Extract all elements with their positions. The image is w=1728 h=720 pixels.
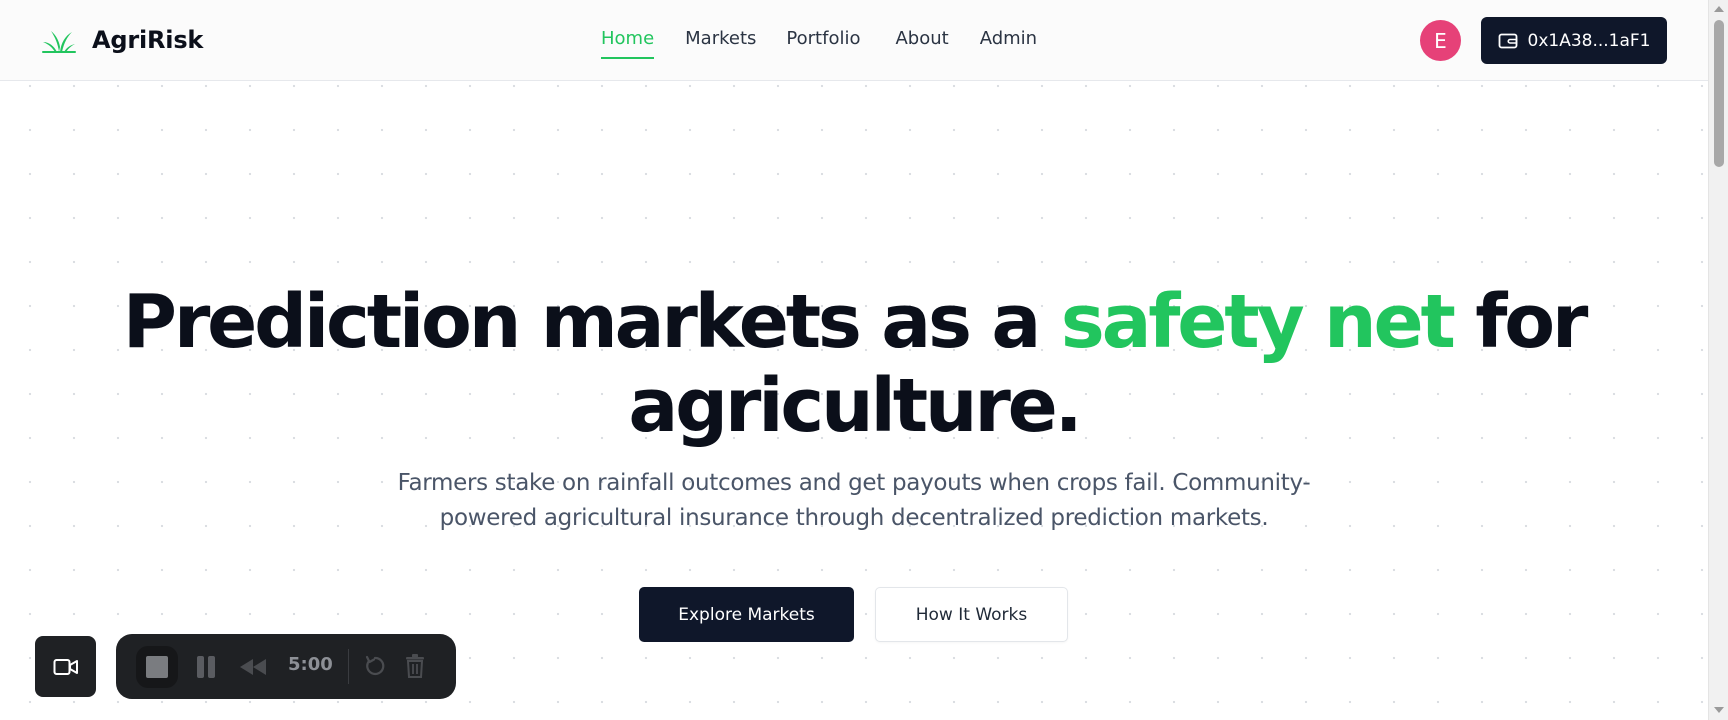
scrollbar-thumb[interactable]	[1714, 20, 1724, 167]
explore-markets-button[interactable]: Explore Markets	[639, 587, 854, 642]
recording-timer: 5:00	[288, 654, 333, 675]
nav-item-about[interactable]: About	[895, 28, 948, 59]
wallet-address: 0x1A38...1aF1	[1527, 30, 1651, 51]
stop-recording-button[interactable]	[136, 646, 178, 688]
nav-item-markets[interactable]: Markets	[685, 28, 756, 59]
nav-item-admin[interactable]: Admin	[980, 28, 1037, 59]
pause-icon[interactable]	[196, 656, 216, 678]
user-avatar[interactable]: E	[1420, 20, 1461, 61]
stop-icon	[146, 656, 168, 678]
controls-divider	[348, 649, 349, 684]
main-nav: Home Markets Portfolio About Admin	[601, 28, 1037, 59]
restart-icon[interactable]	[364, 655, 386, 677]
wallet-button[interactable]: 0x1A38...1aF1	[1481, 17, 1667, 64]
hero-subtitle: Farmers stake on rainfall outcomes and g…	[397, 470, 1311, 531]
video-camera-icon	[53, 658, 78, 675]
hero-title: Prediction markets as a safety net for a…	[0, 280, 1708, 448]
nav-item-portfolio[interactable]: Portfolio	[786, 28, 860, 59]
camera-toggle-button[interactable]	[35, 636, 96, 697]
vertical-scrollbar[interactable]	[1708, 0, 1728, 720]
hero-title-part1: Prediction markets as a	[122, 279, 1061, 365]
nav-item-home[interactable]: Home	[601, 28, 655, 59]
trash-icon[interactable]	[404, 654, 426, 678]
scroll-up-arrow-icon[interactable]	[1714, 6, 1724, 12]
brand-name: AgriRisk	[92, 26, 204, 54]
scroll-down-arrow-icon[interactable]	[1714, 707, 1724, 713]
top-navbar: AgriRisk Home Markets Portfolio About Ad…	[0, 0, 1708, 81]
recording-controls: 5:00	[116, 634, 456, 699]
hero-title-accent: safety net	[1060, 279, 1456, 365]
how-it-works-button[interactable]: How It Works	[875, 587, 1068, 642]
brand-logo[interactable]: AgriRisk	[42, 26, 203, 54]
rewind-icon[interactable]	[240, 659, 266, 675]
page: AgriRisk Home Markets Portfolio About Ad…	[0, 0, 1728, 720]
wallet-icon	[1498, 33, 1517, 48]
sprout-icon	[42, 31, 76, 53]
